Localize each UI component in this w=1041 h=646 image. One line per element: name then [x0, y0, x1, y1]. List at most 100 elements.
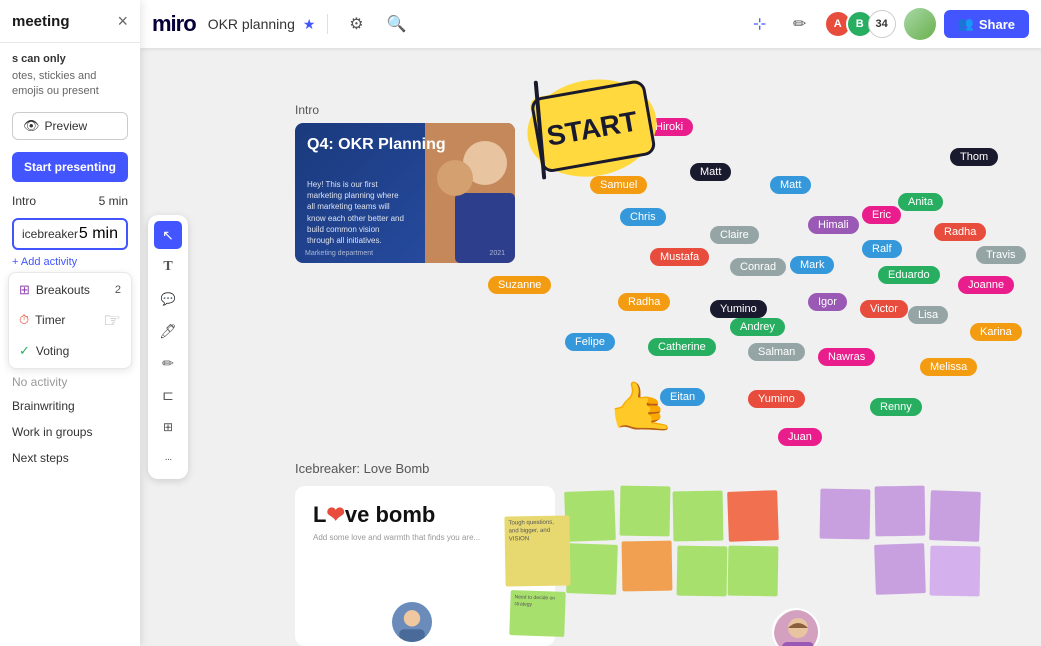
share-button[interactable]: 👥 Share [944, 10, 1029, 38]
sidebar-title: meeting [12, 13, 70, 30]
settings-button[interactable]: ⚙ [340, 8, 372, 40]
name-bubble-ralf: Ralf [862, 240, 902, 258]
name-bubble-matt: Matt [770, 176, 811, 194]
person-right [772, 608, 820, 646]
add-activity-button[interactable]: + Add activity [0, 254, 140, 270]
sticky-purple-5 [820, 489, 871, 540]
voting-icon: ✓ [19, 343, 30, 359]
star-icon[interactable]: ★ [303, 16, 316, 33]
person-adam: Adam [390, 600, 434, 646]
eye-icon: 👁 [23, 118, 40, 134]
sticky-green-2 [620, 486, 671, 537]
icebreaker-section: Icebreaker: Love Bomb L❤ve bomb Add some… [295, 453, 1041, 646]
breakouts-icon: ⊞ [19, 282, 30, 298]
icebreaker-section-label: Icebreaker: Love Bomb [295, 453, 1041, 480]
intro-year: 2021 [489, 250, 505, 257]
person-right-avatar [772, 608, 820, 646]
close-button[interactable]: × [117, 12, 128, 30]
text-tool-btn[interactable]: T [154, 253, 182, 281]
name-bubble-eduardo: Eduardo [878, 266, 940, 284]
name-bubble-radha: Radha [934, 223, 986, 241]
breakouts-item[interactable]: ⊞ Breakouts 2 [9, 277, 131, 303]
name-bubble-andrey: Andrey [730, 318, 785, 336]
name-bubble-travis: Travis [976, 246, 1026, 264]
activities-dropdown: ⊞ Breakouts 2 ⏱ Timer ☞ ✓ Voting [8, 272, 132, 369]
sidebar-item-next-steps[interactable]: Next steps [0, 445, 140, 471]
timer-item[interactable]: ⏱ Timer ☞ [9, 303, 131, 338]
canvas[interactable]: ↖ T 💬 🖊 ✏ ⊏ ⊞ ··· START [140, 48, 1041, 646]
restriction-text: otes, stickies and emojis ou present [12, 69, 128, 100]
name-bubble-victor: Victor [860, 300, 908, 318]
timer-label: Timer [35, 313, 65, 327]
search-button[interactable]: 🔍 [380, 8, 412, 40]
cursor-hand: ☞ [103, 308, 121, 333]
sticky-green-1 [564, 490, 616, 542]
sidebar-item-work-groups[interactable]: Work in groups [0, 419, 140, 445]
voting-item[interactable]: ✓ Voting [9, 338, 131, 364]
sticky-yellow-text: Tough questions, and bigger, and VISION [504, 515, 570, 586]
intro-card-title: Q4: OKR Planning [307, 135, 446, 156]
sticky-purple-2 [929, 490, 981, 542]
icebreaker-box: icebreaker 5 min [12, 218, 128, 250]
sticky-green-6 [728, 546, 779, 597]
name-bubble-melissa: Melissa [920, 358, 977, 376]
intro-section: Intro Q4: OKR Planning Hey! This is our … [295, 103, 515, 263]
sidebar: meeting × s can only otes, stickies and … [0, 0, 140, 646]
sidebar-item-brainwriting[interactable]: Brainwriting [0, 393, 140, 419]
sticky-green-5 [677, 546, 728, 597]
sticky-purple-4 [930, 546, 981, 597]
more-tools-btn[interactable]: ··· [154, 445, 182, 473]
breakouts-count: 2 [115, 284, 121, 296]
frame-tool-btn[interactable]: ⊞ [154, 413, 182, 441]
pen-toolbar-icon[interactable]: ✏ [784, 8, 816, 40]
pen-tool-btn[interactable]: 🖊 [154, 317, 182, 345]
sticky-red-1 [727, 490, 779, 542]
intro-agenda-item: Intro 5 min [0, 188, 140, 214]
share-label: Share [979, 17, 1015, 32]
name-bubble-mustafa: Mustafa [650, 248, 709, 266]
intro-section-label: Intro [295, 103, 515, 117]
name-bubble-karina: Karina [970, 323, 1022, 341]
name-bubble-juan: Juan [778, 428, 822, 446]
tools-panel: ↖ T 💬 🖊 ✏ ⊏ ⊞ ··· [148, 215, 188, 479]
pencil-tool-btn[interactable]: ✏ [154, 349, 182, 377]
name-bubble-radha: Radha [618, 293, 670, 311]
miro-logo: miro [152, 11, 196, 37]
sticky-notes-area: Tough questions, and bigger, and VISION … [565, 486, 985, 646]
love-bomb-subtitle: Add some love and warmth that finds you … [313, 532, 537, 543]
intro-card-subtitle: Hey! This is our first marketing plannin… [307, 179, 407, 246]
avatar-count: 34 [868, 10, 896, 38]
shape-tool-btn[interactable]: ⊏ [154, 381, 182, 409]
name-bubble-yumino: Yumino [748, 390, 805, 408]
timer-icon: ⏱ [19, 312, 29, 328]
icebreaker-time: 5 min [79, 225, 118, 243]
preview-button[interactable]: 👁 Preview [12, 112, 128, 140]
name-bubble-igor: Igor [808, 293, 847, 311]
name-bubble-lisa: Lisa [908, 306, 948, 324]
name-bubble-catherine: Catherine [648, 338, 716, 356]
sticky-purple-1 [875, 486, 926, 537]
name-bubble-salman: Salman [748, 343, 805, 361]
finger-emoji: 🤙 [603, 373, 677, 444]
comment-tool-btn[interactable]: 💬 [154, 285, 182, 313]
select-tool-btn[interactable]: ↖ [154, 221, 182, 249]
preview-label: Preview [45, 119, 88, 133]
start-presenting-button[interactable]: Start presenting [12, 152, 128, 182]
name-bubble-claire: Claire [710, 226, 759, 244]
name-bubble-nawras: Nawras [818, 348, 875, 366]
name-bubble-thom: Thom [950, 148, 998, 166]
cursor-icon[interactable]: ⊹ [744, 8, 776, 40]
name-bubble-chris: Chris [620, 208, 666, 226]
name-bubble-renny: Renny [870, 398, 922, 416]
intro-footer: Marketing department [305, 250, 373, 257]
icebreaker-name: icebreaker [22, 227, 78, 241]
sticky-green-note: Need to decide on strategy [509, 590, 566, 637]
share-icon: 👥 [958, 16, 974, 32]
main-content: miro OKR planning ★ ⚙ 🔍 ⊹ ✏ A B 34 👥 [140, 0, 1041, 646]
name-bubble-felipe: Felipe [565, 333, 615, 351]
sticky-orange-1 [622, 541, 673, 592]
toolbar-divider [327, 14, 328, 34]
name-bubble-mark: Mark [790, 256, 834, 274]
name-bubble-himali: Himali [808, 216, 859, 234]
sidebar-header: meeting × [0, 12, 140, 43]
